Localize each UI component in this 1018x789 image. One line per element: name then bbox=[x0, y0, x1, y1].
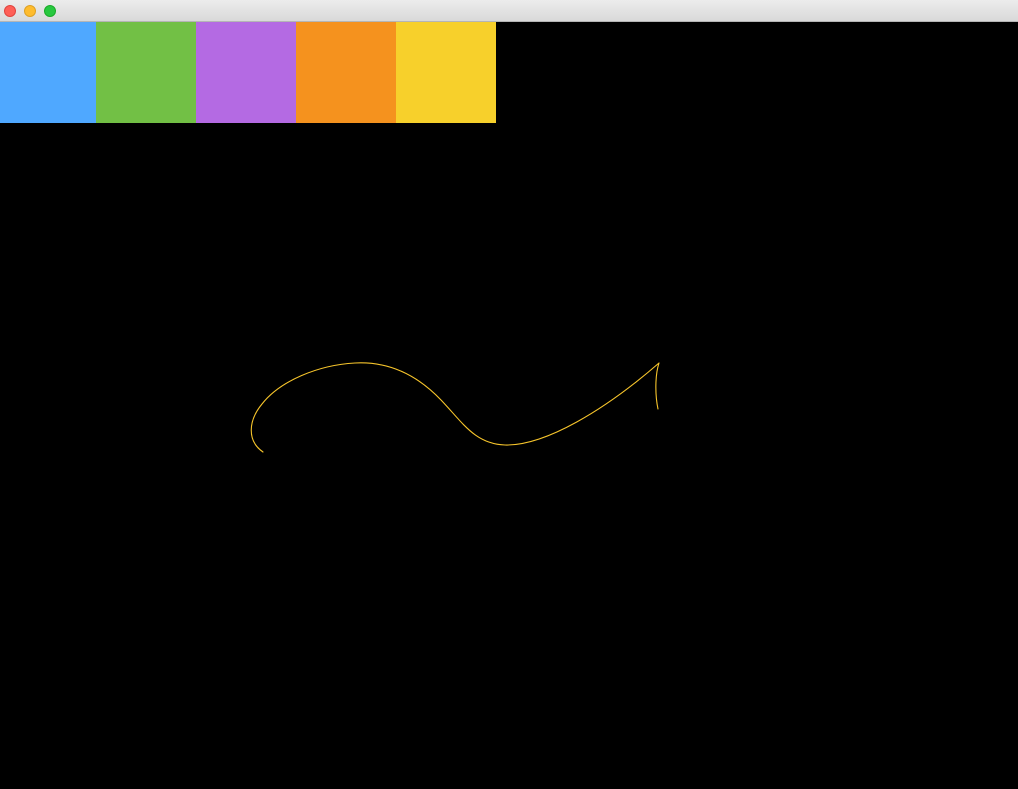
title-bar[interactable] bbox=[0, 0, 1018, 22]
close-window-button[interactable] bbox=[4, 5, 16, 17]
zoom-window-button[interactable] bbox=[44, 5, 56, 17]
color-swatch-yellow[interactable] bbox=[396, 22, 496, 123]
minimize-window-button[interactable] bbox=[24, 5, 36, 17]
color-palette bbox=[0, 22, 496, 123]
drawn-stroke bbox=[250, 362, 660, 453]
color-swatch-orange[interactable] bbox=[296, 22, 396, 123]
color-swatch-blue[interactable] bbox=[0, 22, 96, 123]
color-swatch-purple[interactable] bbox=[196, 22, 296, 123]
color-swatch-green[interactable] bbox=[96, 22, 196, 123]
app-window bbox=[0, 0, 1018, 789]
drawing-canvas[interactable] bbox=[0, 123, 1018, 789]
